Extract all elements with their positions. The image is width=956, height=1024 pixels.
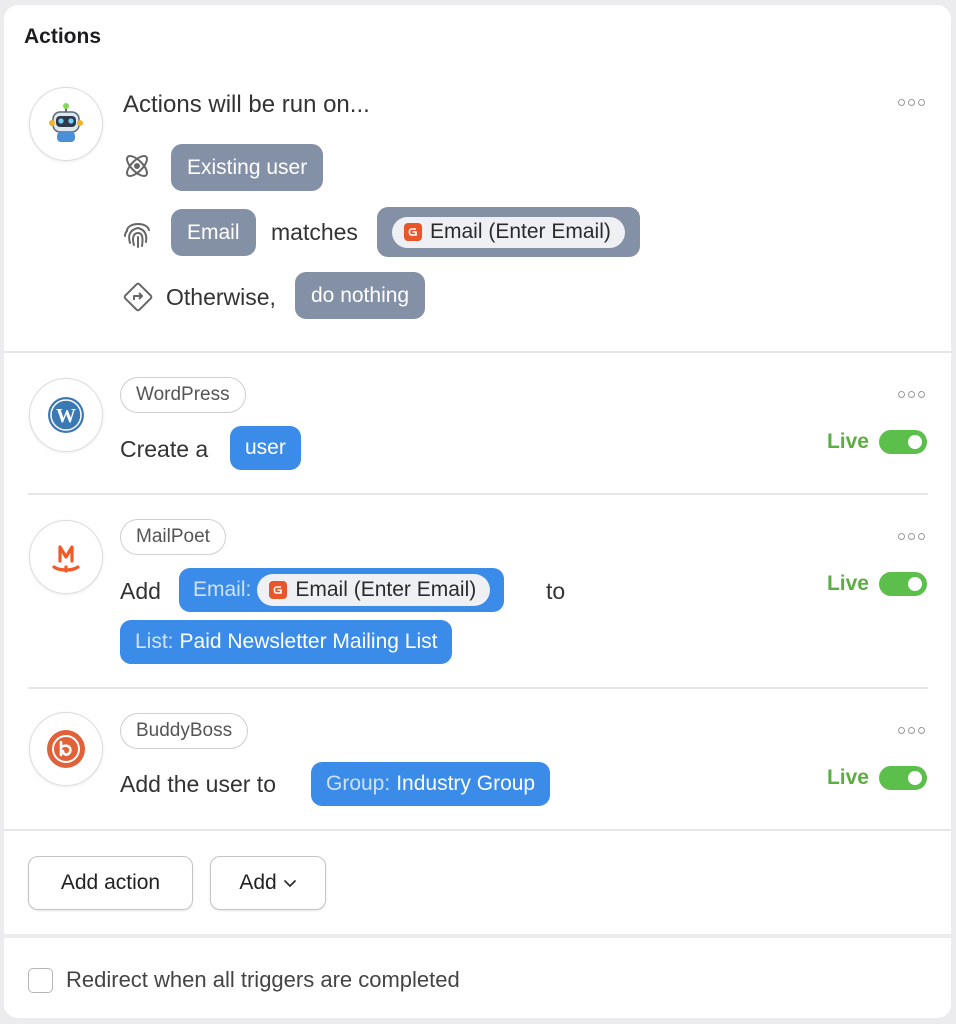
wordpress-user-token[interactable]: user: [230, 426, 301, 470]
redirect-diamond-icon: [121, 280, 155, 319]
atom-icon: [121, 150, 153, 187]
divider: [4, 829, 951, 831]
mailpoet-list-token[interactable]: List: Paid Newsletter Mailing List: [120, 620, 453, 664]
divider: [4, 351, 951, 353]
gravity-forms-icon: [404, 223, 422, 241]
mailpoet-to-text: to: [546, 578, 566, 604]
divider: [28, 687, 928, 689]
live-toggle[interactable]: [879, 572, 927, 596]
gravity-forms-icon: [269, 581, 288, 599]
actions-panel: Actions Actions will be run on... Existi…: [4, 5, 951, 1018]
mailpoet-email-token[interactable]: Email: Email (Enter Email): [179, 568, 505, 612]
robot-avatar-icon: [29, 87, 103, 161]
match-value-pill[interactable]: Email (Enter Email): [377, 207, 640, 257]
matches-label: matches: [271, 219, 358, 245]
mailpoet-more-icon[interactable]: [898, 533, 925, 540]
conditions-more-icon[interactable]: [898, 99, 925, 106]
chevron-down-icon: [283, 871, 297, 895]
user-type-pill[interactable]: Existing user: [171, 144, 324, 191]
token-value: Email (Enter Email): [295, 578, 477, 601]
wordpress-live-status[interactable]: Live: [827, 430, 927, 454]
otherwise-label: Otherwise,: [166, 284, 276, 310]
mailpoet-live-status[interactable]: Live: [827, 572, 927, 596]
buddyboss-avatar-icon: [29, 712, 103, 786]
fingerprint-icon: [121, 216, 155, 255]
mailpoet-action-text: Add: [120, 578, 161, 604]
conditions-intro: Actions will be run on...: [123, 91, 370, 118]
buddyboss-action-text: Add the user to: [120, 771, 276, 797]
wordpress-action-text: Create a: [120, 436, 209, 462]
token-label: Group:: [326, 772, 391, 795]
add-button-label: Add: [239, 871, 277, 894]
match-value-text: Email (Enter Email): [430, 220, 611, 243]
token-label: Email:: [193, 578, 252, 601]
integration-tag-buddyboss: BuddyBoss: [120, 713, 249, 749]
add-dropdown-button[interactable]: Add: [210, 856, 326, 910]
token-label: List:: [135, 630, 174, 653]
buddyboss-more-icon[interactable]: [898, 727, 925, 734]
mailpoet-avatar-icon: [29, 520, 103, 594]
match-field-pill[interactable]: Email: [171, 209, 256, 256]
integration-tag-mailpoet: MailPoet: [120, 519, 226, 555]
token-value: Paid Newsletter Mailing List: [179, 630, 438, 653]
footer: Redirect when all triggers are completed: [4, 934, 951, 1018]
token-value: Industry Group: [396, 772, 536, 795]
otherwise-pill[interactable]: do nothing: [295, 272, 426, 319]
live-toggle[interactable]: [879, 766, 927, 790]
buddyboss-group-token[interactable]: Group: Industry Group: [311, 762, 551, 806]
buddyboss-live-status[interactable]: Live: [827, 766, 927, 790]
add-action-button[interactable]: Add action: [28, 856, 193, 910]
live-label: Live: [826, 766, 869, 789]
divider: [28, 493, 928, 495]
svg-text:W: W: [56, 405, 76, 427]
wordpress-more-icon[interactable]: [898, 391, 925, 398]
live-label: Live: [826, 430, 869, 453]
live-label: Live: [826, 572, 869, 595]
live-toggle[interactable]: [879, 430, 927, 454]
wordpress-avatar-icon: W: [29, 378, 103, 452]
integration-tag-wordpress: WordPress: [120, 377, 246, 413]
section-title: Actions: [24, 25, 102, 48]
redirect-checkbox[interactable]: [28, 968, 53, 993]
redirect-label[interactable]: Redirect when all triggers are completed: [66, 967, 460, 993]
